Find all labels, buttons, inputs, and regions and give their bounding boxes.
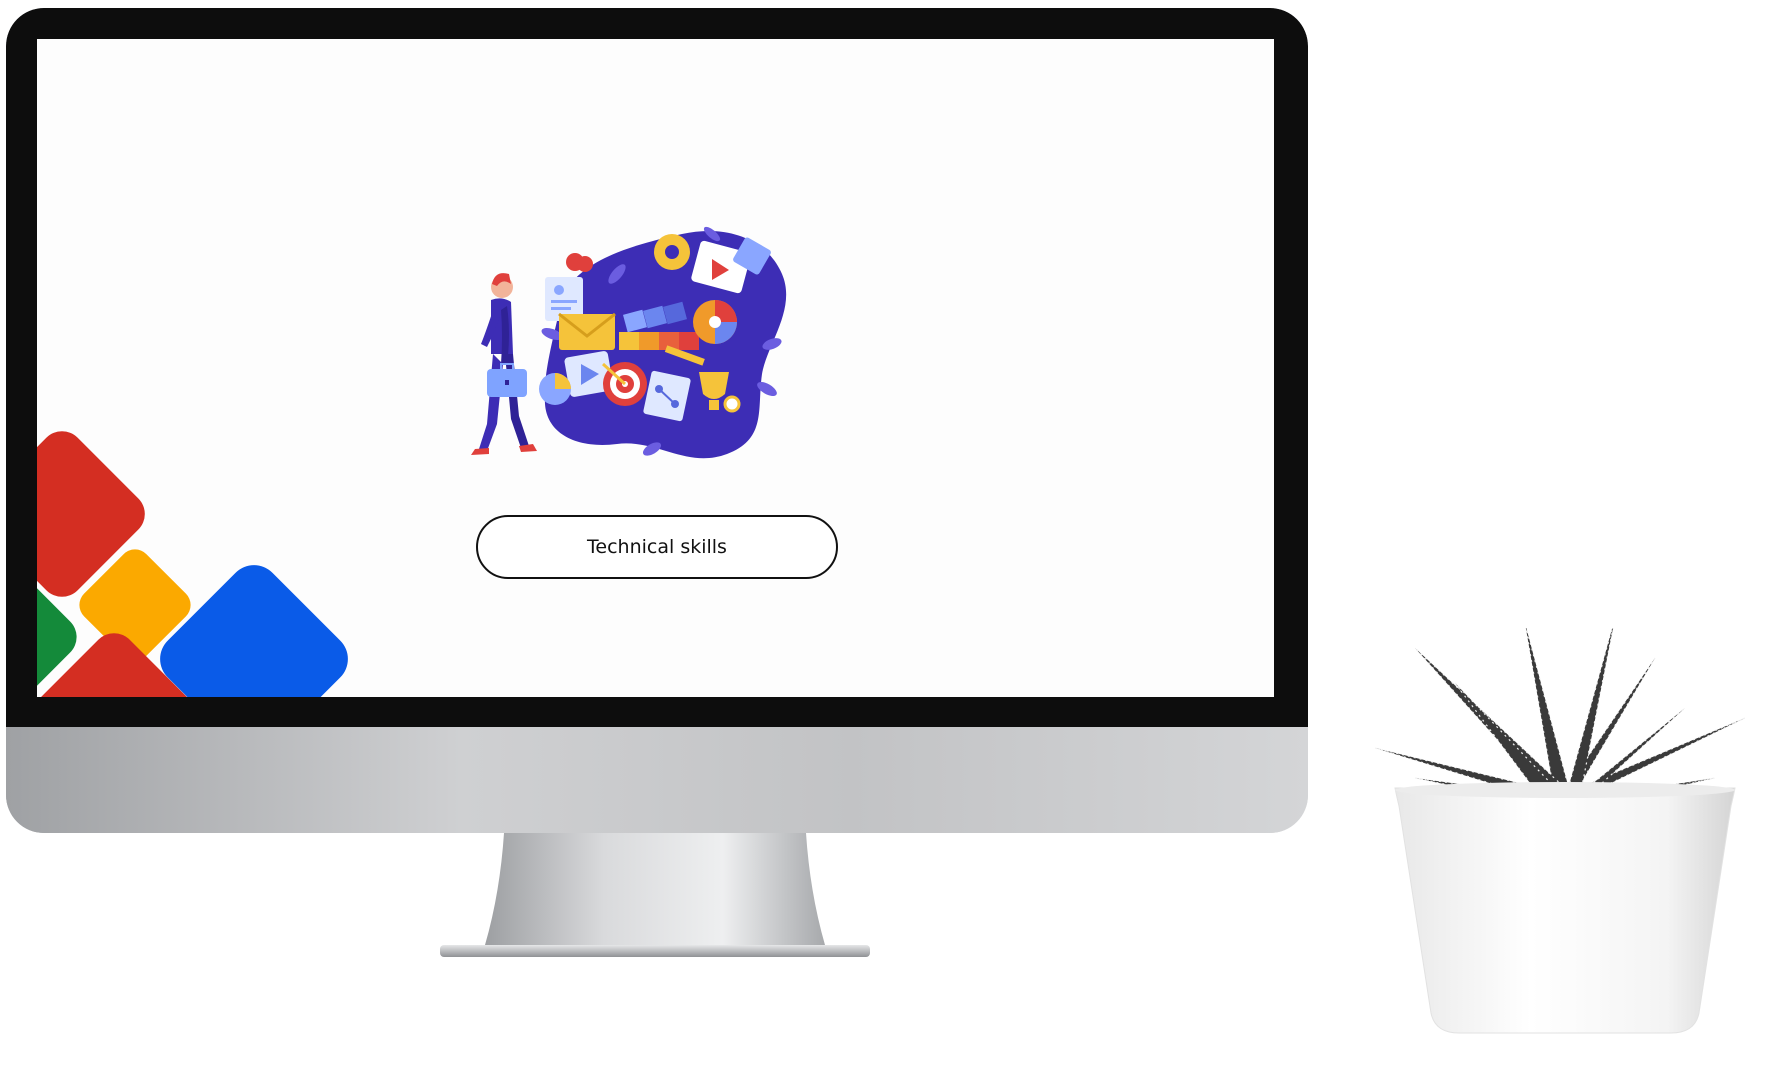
monitor-stand bbox=[440, 833, 870, 957]
desk-scene: Technical skills bbox=[0, 0, 1772, 1080]
decor-tile-blue bbox=[149, 554, 359, 697]
technical-skills-button[interactable]: Technical skills bbox=[476, 515, 838, 579]
monitor: Technical skills bbox=[6, 8, 1308, 833]
monitor-chin bbox=[6, 727, 1308, 833]
potted-succulent-plant-icon bbox=[1374, 628, 1746, 1034]
walking-businessman-with-skills-collage-icon bbox=[471, 226, 787, 459]
monitor-screen: Technical skills bbox=[37, 39, 1274, 697]
